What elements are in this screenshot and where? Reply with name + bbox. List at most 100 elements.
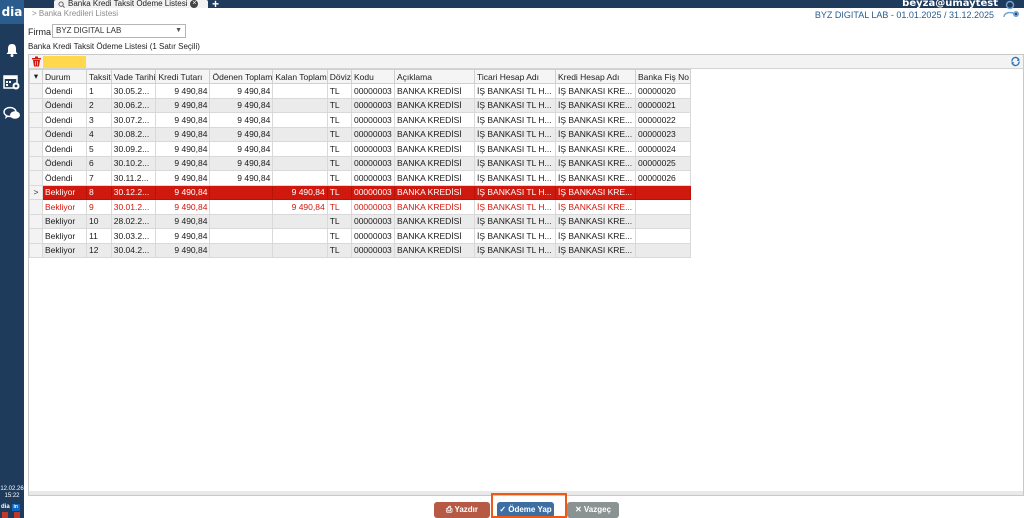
dia-brand-link[interactable]: dia — [1, 504, 10, 510]
cell-doviz: TL — [326, 242, 352, 258]
table-row[interactable]: > Bekliyor 8 30.12.2... 9 490,84 9 490,84 TL 00… — [29, 184, 691, 200]
cell-kredi-hesap-adi: İŞ BANKASI KRE... — [554, 199, 636, 215]
cell-vade-tarihi: 30.03.2... — [110, 228, 157, 244]
bell-icon[interactable] — [0, 38, 24, 62]
table-row[interactable]: Bekliyor 9 30.01.2... 9 490,84 9 490,84 TL 000… — [29, 199, 691, 215]
cell-kalan-toplam — [272, 242, 328, 258]
cell-odenen-toplam: 9 490,84 — [209, 97, 274, 113]
column-header-kodu[interactable]: Kodu — [350, 69, 395, 84]
dia-logo[interactable]: dia — [0, 0, 24, 24]
cell-kredi-hesap-adi: İŞ BANKASI KRE... — [554, 228, 636, 244]
row-indicator[interactable] — [29, 126, 43, 142]
print-button[interactable]: ⎙ Yazdır — [434, 502, 490, 518]
pay-label: Ödeme Yap — [508, 505, 552, 514]
user-settings-icon[interactable] — [1002, 0, 1020, 18]
refresh-icon[interactable] — [1010, 56, 1021, 67]
cell-kredi-hesap-adi: İŞ BANKASI KRE... — [554, 83, 636, 99]
check-icon: ✓ — [499, 505, 509, 514]
cell-durum: Bekliyor — [42, 242, 87, 258]
table-row[interactable]: Ödendi 5 30.09.2... 9 490,84 9 490,84 TL 00000… — [29, 141, 691, 157]
row-indicator[interactable]: > — [29, 184, 43, 200]
cell-kredi-tutari: 9 490,84 — [155, 126, 211, 142]
column-header-vade-tarihi[interactable]: Vade Tarihi — [110, 69, 157, 84]
table-row[interactable]: Ödendi 6 30.10.2... 9 490,84 9 490,84 TL 00000… — [29, 155, 691, 171]
youtube-icon[interactable] — [2, 512, 8, 518]
tab-banka-kredi-taksit[interactable]: Banka Kredi Taksit Ödeme Listesi × — [54, 0, 208, 8]
cell-odenen-toplam — [209, 228, 274, 244]
linkedin-icon[interactable]: in — [11, 503, 20, 511]
cell-banka-fis-no — [634, 228, 691, 244]
cell-kodu: 00000003 — [350, 155, 395, 171]
column-header-ticari-hesap-adi[interactable]: Ticari Hesap Adı — [473, 69, 556, 84]
column-header-odenen-toplam[interactable]: Ödenen Toplam — [209, 69, 274, 84]
quick-filter-box[interactable] — [43, 56, 86, 68]
table-row[interactable]: Ödendi 4 30.08.2... 9 490,84 9 490,84 TL 00000… — [29, 126, 691, 142]
cell-vade-tarihi: 30.01.2... — [110, 199, 157, 215]
cell-kredi-tutari: 9 490,84 — [155, 97, 211, 113]
cell-kredi-tutari: 9 490,84 — [155, 83, 211, 99]
user-name[interactable]: beyza@umaytest — [902, 0, 998, 9]
cell-durum: Ödendi — [42, 83, 87, 99]
cell-ticari-hesap-adi: İŞ BANKASI TL H... — [473, 112, 556, 128]
cell-kodu: 00000003 — [350, 170, 395, 186]
close-icon[interactable]: × — [190, 0, 199, 8]
column-header-taksit[interactable]: Taksit — [86, 69, 112, 84]
row-indicator[interactable] — [29, 155, 43, 171]
row-indicator[interactable] — [29, 141, 43, 157]
row-indicator[interactable] — [29, 97, 43, 113]
horizontal-scrollbar[interactable] — [29, 491, 1023, 495]
firma-select[interactable]: BYZ DIGITAL LAB ▼ — [52, 24, 186, 38]
cell-doviz: TL — [326, 155, 352, 171]
column-header-aciklama[interactable]: Açıklama — [393, 69, 475, 84]
table-row[interactable]: Ödendi 1 30.05.2... 9 490,84 9 490,84 TL 00000… — [29, 83, 691, 99]
cell-kalan-toplam — [272, 228, 328, 244]
cell-banka-fis-no — [634, 242, 691, 258]
chat-icon[interactable] — [0, 102, 24, 126]
brand-links: dia in — [1, 503, 23, 511]
cell-doviz: TL — [326, 126, 352, 142]
cell-kredi-hesap-adi: İŞ BANKASI KRE... — [554, 126, 636, 142]
row-indicator[interactable] — [29, 112, 43, 128]
cell-vade-tarihi: 30.09.2... — [110, 141, 157, 157]
cell-banka-fis-no — [634, 213, 691, 229]
cell-kalan-toplam — [272, 112, 328, 128]
row-indicator[interactable] — [29, 242, 43, 258]
add-tab-button[interactable]: + — [212, 0, 219, 10]
column-header-kalan-toplam[interactable]: Kalan Toplam — [272, 69, 328, 84]
cell-vade-tarihi: 28.02.2... — [110, 213, 157, 229]
breadcrumb[interactable]: > Banka Kredileri Listesi — [32, 9, 118, 18]
cell-taksit: 9 — [86, 199, 112, 215]
pay-button[interactable]: ✓ Ödeme Yap — [497, 502, 554, 518]
row-indicator[interactable] — [29, 170, 43, 186]
cell-doviz: TL — [326, 83, 352, 99]
cell-ticari-hesap-adi: İŞ BANKASI TL H... — [473, 155, 556, 171]
cell-ticari-hesap-adi: İŞ BANKASI TL H... — [473, 170, 556, 186]
cell-taksit: 3 — [86, 112, 112, 128]
cancel-button[interactable]: ✕ Vazgeç — [567, 502, 619, 518]
column-header-kredi-hesap-adi[interactable]: Kredi Hesap Adı — [554, 69, 636, 84]
table-row[interactable]: Ödendi 7 30.11.2... 9 490,84 9 490,84 TL 00000… — [29, 170, 691, 186]
table-row[interactable]: Bekliyor 11 30.03.2... 9 490,84 TL 00000003 BA… — [29, 228, 691, 244]
row-indicator[interactable] — [29, 199, 43, 215]
column-header-kredi-tutari[interactable]: Kredi Tutarı — [155, 69, 211, 84]
row-indicator[interactable] — [29, 228, 43, 244]
table-row[interactable]: Bekliyor 12 30.04.2... 9 490,84 TL 00000003 BA… — [29, 242, 691, 258]
cell-banka-fis-no: 00000024 — [634, 141, 691, 157]
table-row[interactable]: Bekliyor 10 28.02.2... 9 490,84 TL 00000003 BA… — [29, 213, 691, 229]
cell-aciklama: BANKA KREDİSİ — [393, 213, 475, 229]
header-indicator[interactable]: ▾ — [29, 69, 43, 84]
cell-aciklama: BANKA KREDİSİ — [393, 155, 475, 171]
row-indicator[interactable] — [29, 83, 43, 99]
calendar-gear-icon[interactable] — [0, 70, 24, 94]
column-header-doviz[interactable]: Döviz — [326, 69, 352, 84]
cell-kalan-toplam — [272, 170, 328, 186]
column-header-durum[interactable]: Durum — [42, 69, 87, 84]
trash-icon[interactable] — [31, 56, 42, 67]
column-header-banka-fis-no[interactable]: Banka Fiş No — [634, 69, 691, 84]
table-row[interactable]: Ödendi 2 30.06.2... 9 490,84 9 490,84 TL 00000… — [29, 97, 691, 113]
cell-vade-tarihi: 30.06.2... — [110, 97, 157, 113]
instagram-icon[interactable] — [14, 512, 20, 518]
cell-taksit: 1 — [86, 83, 112, 99]
table-row[interactable]: Ödendi 3 30.07.2... 9 490,84 9 490,84 TL 00000… — [29, 112, 691, 128]
row-indicator[interactable] — [29, 213, 43, 229]
